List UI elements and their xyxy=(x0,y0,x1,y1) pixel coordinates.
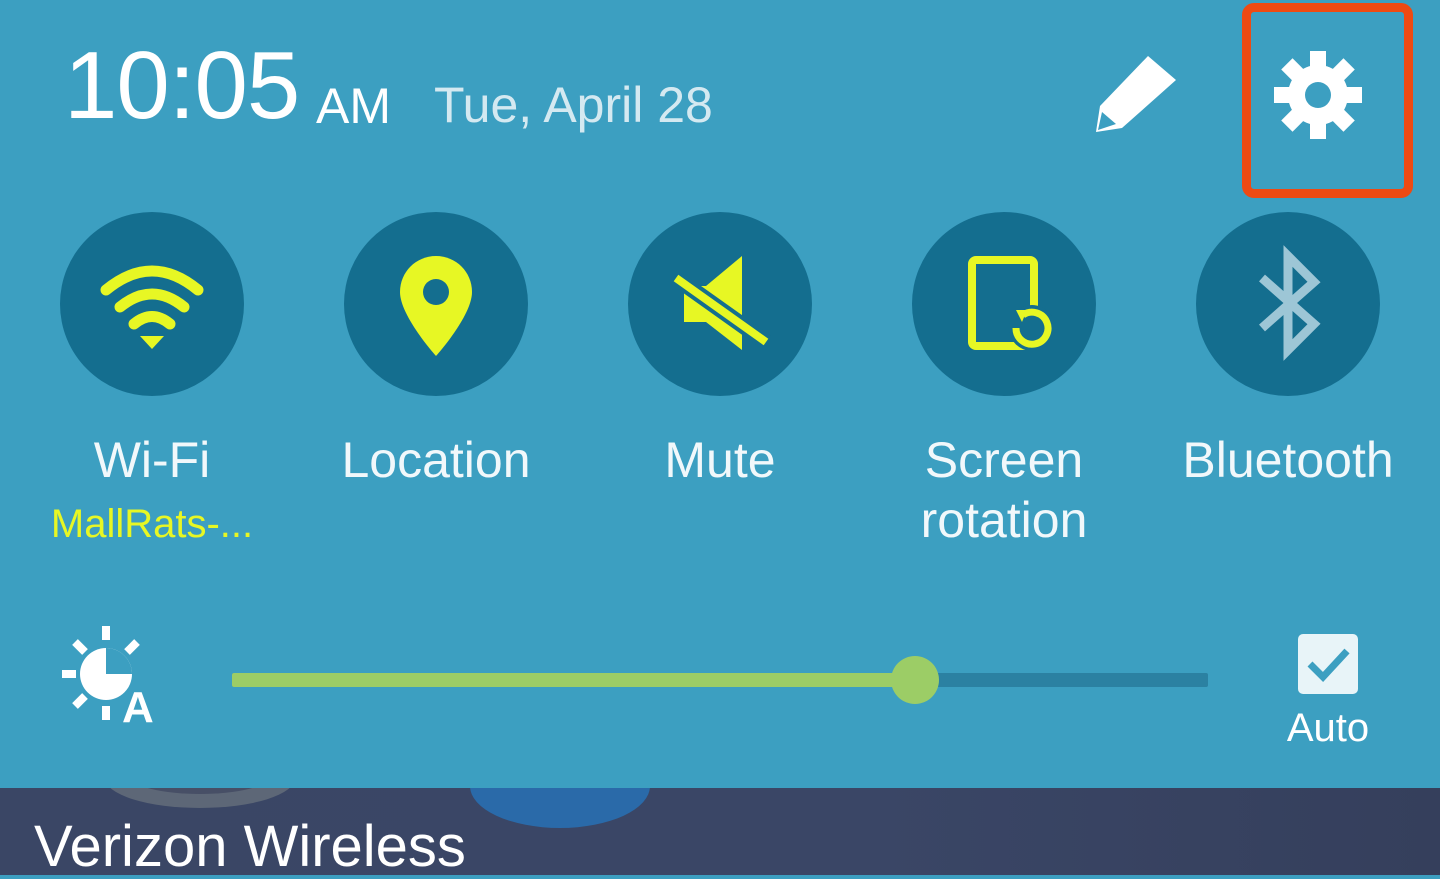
toggle-screen-rotation-circle xyxy=(912,212,1096,396)
toggle-wifi-label: Wi-Fi xyxy=(93,432,211,488)
auto-brightness-label: Auto xyxy=(1286,706,1370,750)
svg-text:A: A xyxy=(122,683,154,732)
clock-ampm: AM xyxy=(316,78,391,134)
screen-rotation-icon xyxy=(968,256,1055,351)
carrier-name: Verizon Wireless xyxy=(34,814,466,879)
brightness-slider-thumb[interactable] xyxy=(891,656,940,704)
notification-panel: 10:05 AM Tue, April 28 Wi-Fi MallRats-..… xyxy=(0,0,1440,788)
toggle-mute[interactable]: Mute xyxy=(578,212,862,552)
toggle-location-circle xyxy=(344,212,528,396)
toggle-screen-rotation[interactable]: Screen rotation xyxy=(862,212,1146,552)
clock-time: 10:05 xyxy=(64,32,300,139)
toggle-wifi-circle xyxy=(60,212,244,396)
location-pin-icon xyxy=(400,256,472,356)
wifi-icon xyxy=(100,265,204,349)
toggle-location[interactable]: Location xyxy=(294,212,578,552)
toggle-bluetooth[interactable]: Bluetooth xyxy=(1146,212,1430,552)
edit-button[interactable] xyxy=(1088,50,1184,140)
toggle-screen-rotation-label: Screen rotation xyxy=(920,432,1088,548)
brightness-slider-fill xyxy=(232,673,916,687)
toggle-wifi-network: MallRats-... xyxy=(50,502,254,546)
auto-brightness-icon: A xyxy=(58,622,178,732)
checkmark-icon xyxy=(1307,648,1350,683)
toggle-bluetooth-circle xyxy=(1196,212,1380,396)
auto-brightness-checkbox[interactable] xyxy=(1298,634,1358,694)
pencil-icon xyxy=(1096,56,1176,132)
brightness-slider[interactable] xyxy=(232,656,1208,704)
toggle-mute-circle xyxy=(628,212,812,396)
bluetooth-icon xyxy=(1259,245,1321,361)
toggle-mute-label: Mute xyxy=(664,432,776,488)
toggle-location-label: Location xyxy=(341,432,531,488)
toggle-wifi[interactable]: Wi-Fi MallRats-... xyxy=(10,212,294,552)
date-label: Tue, April 28 xyxy=(434,77,713,133)
settings-highlight-box xyxy=(1242,3,1413,198)
toggle-bluetooth-label: Bluetooth xyxy=(1182,432,1394,488)
mute-icon xyxy=(671,256,771,350)
